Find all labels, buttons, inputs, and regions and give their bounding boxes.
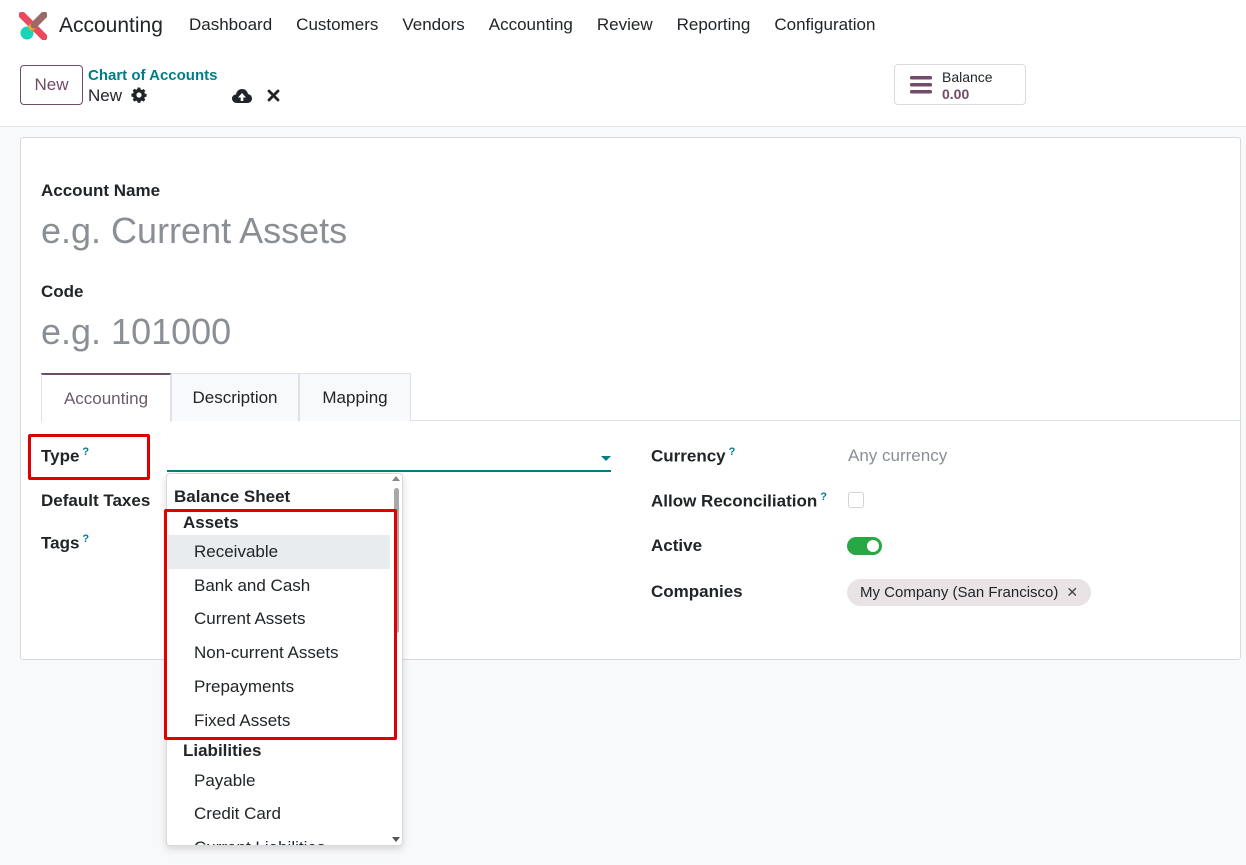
discard-icon[interactable] <box>267 89 280 102</box>
currency-label: Currency? <box>651 446 735 467</box>
dropdown-item-credit-card[interactable]: Credit Card <box>168 797 390 831</box>
reconciliation-help-icon[interactable]: ? <box>820 491 827 503</box>
dropdown-item-prepayments[interactable]: Prepayments <box>168 670 390 704</box>
currency-help-icon[interactable]: ? <box>729 446 736 458</box>
dropdown-item-current-liabilities[interactable]: Current Liabilities <box>168 831 390 845</box>
allow-reconciliation-checkbox[interactable] <box>848 492 864 508</box>
tab-description[interactable]: Description <box>171 373 299 421</box>
breadcrumb-current: New <box>88 86 123 105</box>
dropdown-item-bank-and-cash[interactable]: Bank and Cash <box>168 569 390 603</box>
account-name-input[interactable] <box>41 208 741 254</box>
balance-label: Balance <box>942 69 993 85</box>
dropdown-group-liabilities: Liabilities <box>183 741 262 760</box>
balance-value: 0.00 <box>942 86 970 102</box>
dropdown-item-fixed-assets[interactable]: Fixed Assets <box>168 704 390 738</box>
tags-label: Tags? <box>41 533 89 554</box>
control-panel: New Chart of Accounts New Balance 0.00 <box>0 52 1246 127</box>
scroll-down-arrow[interactable] <box>392 837 400 842</box>
menu-customers[interactable]: Customers <box>296 15 378 35</box>
breadcrumb-chart-of-accounts[interactable]: Chart of Accounts <box>88 67 217 84</box>
active-toggle[interactable] <box>847 537 882 555</box>
menu-configuration[interactable]: Configuration <box>774 15 875 35</box>
save-cloud-icon[interactable] <box>232 88 252 104</box>
new-button[interactable]: New <box>20 65 83 105</box>
code-label: Code <box>41 282 84 301</box>
accounting-app-icon[interactable] <box>19 12 47 40</box>
type-label: Type? <box>41 446 89 467</box>
form-tabs: Accounting Description Mapping <box>41 373 1240 422</box>
dropdown-scrollbar[interactable] <box>394 488 399 633</box>
dropdown-item-receivable[interactable]: Receivable <box>168 535 390 569</box>
menu-dashboard[interactable]: Dashboard <box>189 15 272 35</box>
dropdown-group-assets: Assets <box>183 513 239 532</box>
toggle-knob <box>867 540 879 552</box>
menu-accounting[interactable]: Accounting <box>489 15 573 35</box>
type-label-text: Type <box>41 446 80 466</box>
main-menu: Dashboard Customers Vendors Accounting R… <box>189 15 899 35</box>
dropdown-item-non-current-assets[interactable]: Non-current Assets <box>168 636 390 670</box>
type-help-icon[interactable]: ? <box>82 446 89 458</box>
gear-icon[interactable] <box>131 87 147 103</box>
companies-label: Companies <box>651 582 743 601</box>
remove-tag-icon[interactable]: ✕ <box>1066 584 1078 601</box>
tags-label-text: Tags <box>41 533 80 553</box>
tags-help-icon[interactable]: ? <box>82 533 89 545</box>
dropdown-item-current-assets[interactable]: Current Assets <box>168 602 390 636</box>
currency-label-text: Currency <box>651 446 726 466</box>
allow-reconciliation-label: Allow Reconciliation? <box>651 491 827 512</box>
currency-select[interactable]: Any currency <box>848 446 947 466</box>
type-dropdown[interactable]: Balance Sheet Assets Receivable Bank and… <box>166 473 403 846</box>
dropdown-item-payable[interactable]: Payable <box>168 764 390 798</box>
app-name[interactable]: Accounting <box>59 14 163 38</box>
account-name-label: Account Name <box>41 181 161 200</box>
scroll-up-arrow[interactable] <box>392 476 400 481</box>
caret-down-icon[interactable] <box>601 456 611 461</box>
menu-vendors[interactable]: Vendors <box>402 15 464 35</box>
company-tag-text: My Company (San Francisco) <box>860 584 1059 601</box>
dropdown-section-balance-sheet: Balance Sheet <box>174 487 291 506</box>
active-label: Active <box>651 536 703 555</box>
menu-review[interactable]: Review <box>597 15 653 35</box>
menu-reporting[interactable]: Reporting <box>677 15 751 35</box>
default-taxes-label: Default Taxes <box>41 491 151 510</box>
tab-accounting[interactable]: Accounting <box>41 373 171 422</box>
company-tag: My Company (San Francisco) ✕ <box>847 579 1092 606</box>
top-navbar: Accounting Dashboard Customers Vendors A… <box>0 0 1246 52</box>
balance-smart-button[interactable]: Balance 0.00 <box>894 64 1026 105</box>
code-input[interactable] <box>41 309 541 355</box>
allow-reconciliation-text: Allow Reconciliation <box>651 491 818 511</box>
list-bars-icon <box>910 76 932 94</box>
type-select[interactable] <box>167 470 611 472</box>
tab-mapping[interactable]: Mapping <box>299 373 411 421</box>
